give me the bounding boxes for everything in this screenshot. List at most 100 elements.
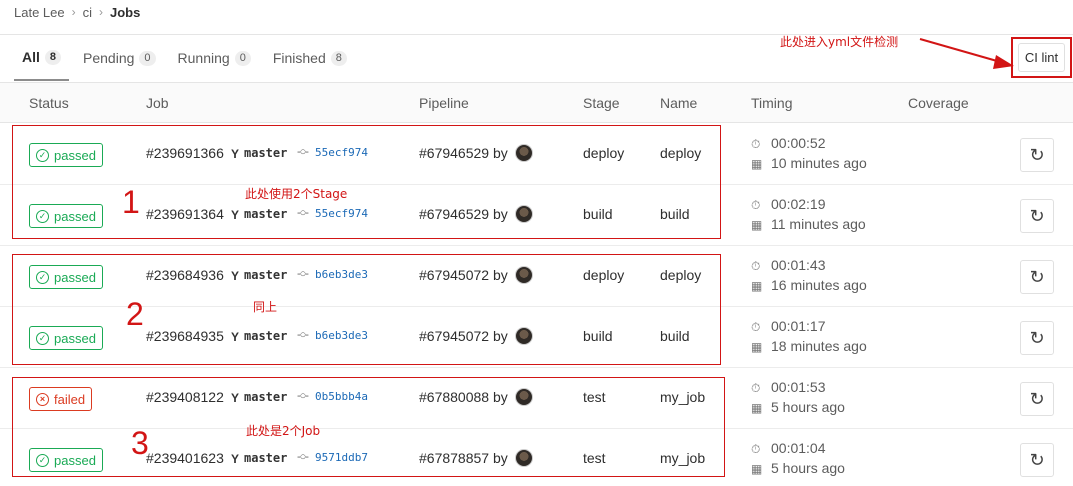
- job-link[interactable]: #239691366: [146, 145, 224, 161]
- table-row: ✓ passed #239691366 Ymaster -○- 55ecf974 #6794…: [0, 124, 1073, 185]
- retry-button[interactable]: ↻: [1020, 443, 1054, 477]
- tab-finished[interactable]: Finished 8: [265, 35, 355, 81]
- table-row: ✓ passed #239401623 Ymaster -○- 9571ddb7 #6787…: [0, 429, 1073, 486]
- retry-button[interactable]: ↻: [1020, 321, 1054, 355]
- pipeline-link[interactable]: #67946529 by: [419, 206, 508, 222]
- status-badge[interactable]: ✓ passed: [29, 448, 103, 472]
- commit-icon: -○-: [297, 268, 309, 280]
- tab-count-badge: 0: [234, 50, 251, 66]
- commit-icon: -○-: [297, 390, 309, 402]
- breadcrumb-current[interactable]: Jobs: [110, 5, 140, 20]
- commit-sha-link[interactable]: 9571ddb7: [315, 451, 368, 464]
- commit-icon: -○-: [297, 329, 309, 341]
- job-link[interactable]: #239684936: [146, 267, 224, 283]
- commit-icon: -○-: [297, 146, 309, 158]
- commit-sha-link[interactable]: 55ecf974: [315, 146, 368, 159]
- tab-count-badge: 8: [330, 50, 347, 66]
- retry-button[interactable]: ↻: [1020, 382, 1054, 416]
- col-status: Status: [29, 95, 69, 111]
- pipeline-link[interactable]: #67945072 by: [419, 267, 508, 283]
- tab-all[interactable]: All 8: [14, 35, 70, 81]
- annotation-note-3: 此处是2个Job: [246, 424, 321, 438]
- breadcrumb-separator: ›: [99, 5, 103, 19]
- job-name: build: [660, 206, 690, 222]
- branch-link[interactable]: master: [244, 390, 287, 404]
- avatar[interactable]: [515, 449, 533, 467]
- job-link[interactable]: #239401623: [146, 450, 224, 466]
- timer-icon: ⏱: [751, 442, 761, 456]
- branch-link[interactable]: master: [244, 268, 287, 282]
- table-row: ✓ passed #239684935 Ymaster -○- b6eb3de3 #6794…: [0, 307, 1073, 368]
- pipeline-link[interactable]: #67945072 by: [419, 328, 508, 344]
- pipeline-link[interactable]: #67880088 by: [419, 389, 508, 405]
- job-finished-time: 16 minutes ago: [771, 277, 867, 293]
- pipeline-link[interactable]: #67946529 by: [419, 145, 508, 161]
- annotation-lint-note: 此处进入yml文件检测: [780, 35, 899, 49]
- retry-button[interactable]: ↻: [1020, 199, 1054, 233]
- status-badge[interactable]: ✓ passed: [29, 143, 103, 167]
- calendar-icon: ▦: [751, 340, 763, 354]
- branch-link[interactable]: master: [244, 451, 287, 465]
- avatar[interactable]: [515, 327, 533, 345]
- branch-link[interactable]: master: [244, 146, 287, 160]
- tab-pending[interactable]: Pending 0: [75, 35, 164, 81]
- calendar-icon: ▦: [751, 279, 763, 293]
- status-badge[interactable]: ✓ passed: [29, 204, 103, 228]
- branch-link[interactable]: master: [244, 207, 287, 221]
- job-duration: 00:01:17: [771, 318, 826, 334]
- check-circle-icon: ✓: [36, 453, 49, 467]
- col-name: Name: [660, 95, 698, 111]
- status-badge[interactable]: ✓ passed: [29, 326, 103, 350]
- table-row: ✓ passed #239691364 Ymaster -○- 55ecf974 #6794…: [0, 185, 1073, 246]
- commit-sha-link[interactable]: b6eb3de3: [315, 329, 368, 342]
- ci-lint-button[interactable]: CI lint: [1011, 37, 1072, 78]
- commit-sha-link[interactable]: 0b5bbb4a: [315, 390, 368, 403]
- check-circle-icon: ✓: [36, 331, 49, 345]
- tab-running[interactable]: Running 0: [170, 35, 259, 81]
- retry-button[interactable]: ↻: [1020, 138, 1054, 172]
- job-finished-time: 5 hours ago: [771, 399, 845, 415]
- avatar[interactable]: [515, 205, 533, 223]
- breadcrumb-project[interactable]: ci: [83, 5, 92, 20]
- avatar[interactable]: [515, 144, 533, 162]
- breadcrumb: Late Lee › ci › Jobs: [14, 4, 140, 20]
- avatar[interactable]: [515, 266, 533, 284]
- table-row: × failed #239408122 Ymaster -○- 0b5bbb4a #6788…: [0, 368, 1073, 429]
- annotation-number-3: 3: [131, 425, 149, 461]
- tab-count-badge: 8: [44, 49, 62, 65]
- job-name: deploy: [660, 145, 702, 161]
- branch-icon: Y: [231, 330, 240, 344]
- job-link[interactable]: #239684935: [146, 328, 224, 344]
- status-badge[interactable]: ✓ passed: [29, 265, 103, 289]
- status-badge[interactable]: × failed: [29, 387, 93, 411]
- timer-icon: ⏱: [751, 259, 761, 273]
- job-link[interactable]: #239408122: [146, 389, 224, 405]
- status-label: passed: [54, 147, 96, 163]
- calendar-icon: ▦: [751, 157, 763, 171]
- retry-icon: ↻: [1029, 327, 1045, 348]
- breadcrumb-group[interactable]: Late Lee: [14, 5, 65, 20]
- job-duration: 00:02:19: [771, 196, 826, 212]
- branch-link[interactable]: master: [244, 329, 287, 343]
- col-coverage: Coverage: [908, 95, 969, 111]
- timer-icon: ⏱: [751, 198, 761, 212]
- job-link[interactable]: #239691364: [146, 206, 224, 222]
- retry-button[interactable]: ↻: [1020, 260, 1054, 294]
- job-duration: 00:00:52: [771, 135, 826, 151]
- timer-icon: ⏱: [751, 137, 761, 151]
- annotation-note-1: 此处使用2个Stage: [245, 187, 348, 201]
- commit-sha-link[interactable]: 55ecf974: [315, 207, 368, 220]
- job-tabs: All 8 Pending 0 Running 0 Finished 8: [14, 35, 361, 81]
- col-stage: Stage: [583, 95, 620, 111]
- commit-sha-link[interactable]: b6eb3de3: [315, 268, 368, 281]
- branch-icon: Y: [231, 452, 240, 466]
- stage-value: deploy: [583, 267, 625, 283]
- avatar[interactable]: [515, 388, 533, 406]
- tab-count-badge: 0: [139, 50, 156, 66]
- pipeline-link[interactable]: #67878857 by: [419, 450, 508, 466]
- branch-icon: Y: [231, 391, 240, 405]
- retry-icon: ↻: [1029, 266, 1045, 287]
- status-label: passed: [54, 208, 96, 224]
- stage-value: build: [583, 206, 613, 222]
- stage-value: test: [583, 389, 606, 405]
